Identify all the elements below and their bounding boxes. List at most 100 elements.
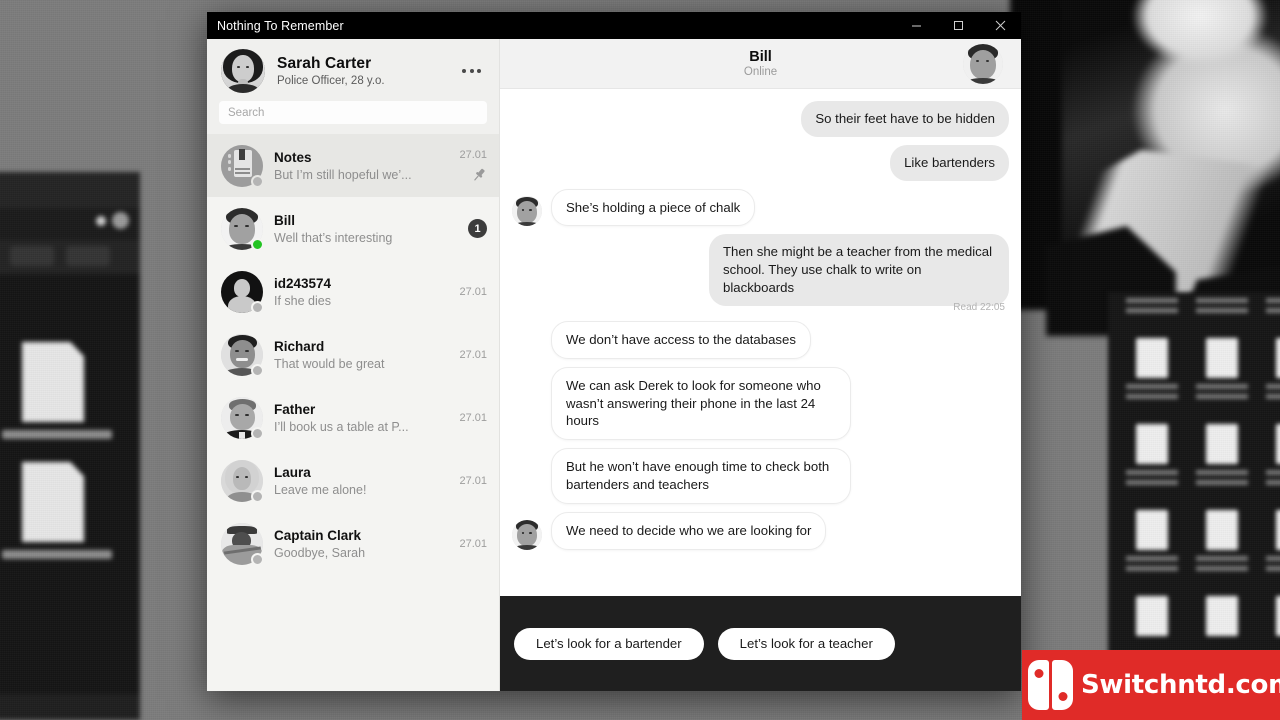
avatar [221, 396, 264, 440]
maximize-button[interactable] [937, 12, 979, 39]
search-container [207, 99, 499, 134]
chat-item-text: Laura Leave me alone! [274, 465, 436, 497]
switch-console-icon [1028, 660, 1073, 710]
chat-item-time: 27.01 [459, 411, 487, 424]
message-row-in: We need to decide who we are looking for [512, 511, 1009, 550]
message-bubble[interactable]: Like bartenders [890, 144, 1009, 181]
message-row-in: She’s holding a piece of chalk [512, 188, 1009, 227]
avatar [221, 49, 265, 93]
chat-item-name: id243574 [274, 275, 332, 291]
window-controls [895, 12, 1021, 39]
message-group: We don’t have access to the databases [512, 320, 1009, 359]
offline-status-icon [251, 174, 264, 188]
chat-item-text: Bill Well that’s interesting [274, 213, 436, 245]
message-bubble[interactable]: We need to decide who we are looking for [551, 511, 827, 550]
chat-list-item-id243574[interactable]: id243574 If she dies 27.01 [207, 260, 499, 323]
chat-item-time: 27.01 [459, 148, 487, 161]
message-bubble[interactable]: She’s holding a piece of chalk [551, 188, 756, 227]
message-group: Then she might be a teacher from the med… [512, 234, 1009, 313]
chat-item-text: id243574 If she dies [274, 276, 436, 308]
chat-list-item-captain-clark[interactable]: Captain Clark Goodbye, Sarah 27.01 [207, 512, 499, 575]
chat-header: Bill Online [500, 39, 1021, 89]
profile-name: Sarah Carter [277, 55, 372, 72]
chat-item-preview: If she dies [274, 293, 331, 308]
message-row-out: So their feet have to be hidden [512, 101, 1009, 137]
chat-item-text: Notes But I’m still hopeful we’... [274, 150, 436, 182]
chat-contact-avatar[interactable] [963, 43, 1003, 84]
avatar [221, 270, 264, 314]
message-bubble[interactable]: We don’t have access to the databases [551, 320, 811, 359]
message-row-out: Then she might be a teacher from the med… [512, 234, 1009, 306]
message-row-in: But he won’t have enough time to check b… [512, 448, 1009, 504]
message-group: So their feet have to be hidden [512, 101, 1009, 137]
profile-meta: Sarah Carter Police Officer, 28 y.o. [277, 55, 444, 87]
message-avatar-spacer [512, 329, 542, 359]
chat-list: Notes But I’m still hopeful we’... 27.01 B… [207, 134, 499, 691]
message-group: We can ask Derek to look for someone who… [512, 366, 1009, 441]
message-row-out: Like bartenders [512, 144, 1009, 181]
chat-item-name: Father [274, 401, 316, 417]
message-bubble[interactable]: Then she might be a teacher from the med… [709, 234, 1009, 306]
message-group: Like bartenders [512, 144, 1009, 181]
profile-subtitle: Police Officer, 28 y.o. [277, 75, 385, 87]
message-bubble[interactable]: So their feet have to be hidden [801, 101, 1009, 137]
message-avatar-spacer [512, 410, 542, 440]
unread-badge: 1 [468, 219, 487, 238]
message-row-in: We don’t have access to the databases [512, 320, 1009, 359]
message-bubble[interactable]: We can ask Derek to look for someone who… [551, 366, 851, 441]
chat-item-meta: 27.01 [447, 271, 487, 313]
chat-item-preview: I’ll book us a table at P... [274, 419, 409, 434]
chat-item-meta: 27.01 [447, 460, 487, 502]
chat-item-preview: But I’m still hopeful we’... [274, 167, 412, 182]
close-button[interactable] [979, 12, 1021, 39]
online-status-icon [251, 237, 264, 251]
chat-item-text: Captain Clark Goodbye, Sarah [274, 528, 436, 560]
chat-item-meta: 27.01 [447, 334, 487, 376]
avatar [221, 207, 264, 251]
message-group: But he won’t have enough time to check b… [512, 448, 1009, 504]
chat-item-name: Captain Clark [274, 527, 362, 543]
quick-reply-button-1[interactable]: Let’s look for a bartender [514, 627, 704, 660]
chat-item-meta: 27.01 [447, 145, 487, 187]
chat-list-item-richard[interactable]: Richard That would be great 27.01 [207, 323, 499, 386]
window-titlebar: Nothing To Remember [207, 12, 1021, 39]
user-profile[interactable]: Sarah Carter Police Officer, 28 y.o. [207, 39, 499, 99]
chat-list-item-bill[interactable]: Bill Well that’s interesting 1 [207, 197, 499, 260]
message-row-in: We can ask Derek to look for someone who… [512, 366, 1009, 441]
chat-contact-name: Bill [749, 49, 772, 65]
sarah-portrait [221, 49, 265, 93]
message-bubble[interactable]: But he won’t have enough time to check b… [551, 448, 851, 504]
avatar [221, 459, 264, 503]
message-group: She’s holding a piece of chalk [512, 188, 1009, 227]
message-avatar-spacer [512, 474, 542, 504]
sidebar: Sarah Carter Police Officer, 28 y.o. Not… [207, 39, 500, 691]
message-group: We need to decide who we are looking for [512, 511, 1009, 550]
quick-reply-bar: Let’s look for a bartender Let’s look for… [500, 596, 1021, 691]
search-input[interactable] [219, 101, 487, 124]
chat-item-name: Richard [274, 338, 325, 354]
minimize-button[interactable] [895, 12, 937, 39]
chat-item-preview: Well that’s interesting [274, 230, 393, 245]
chat-list-item-notes[interactable]: Notes But I’m still hopeful we’... 27.01 [207, 134, 499, 197]
avatar [221, 333, 264, 377]
offline-status-icon [251, 363, 264, 377]
watermark-text: Switchntd.com [1081, 670, 1280, 700]
chat-item-name: Laura [274, 464, 311, 480]
chat-item-time: 27.01 [459, 348, 487, 361]
window-title: Nothing To Remember [217, 18, 344, 33]
message-list: So their feet have to be hidden Like bart… [500, 89, 1021, 596]
chat-item-meta: 1 [447, 208, 487, 250]
chat-list-item-father[interactable]: Father I’ll book us a table at P... 27.01 [207, 386, 499, 449]
offline-status-icon [251, 426, 264, 440]
message-avatar [512, 196, 542, 227]
site-watermark: Switchntd.com [1022, 650, 1280, 720]
chat-list-item-laura[interactable]: Laura Leave me alone! 27.01 [207, 449, 499, 512]
chat-item-meta: 27.01 [447, 523, 487, 565]
message-avatar [512, 519, 542, 550]
chat-contact-status: Online [743, 66, 778, 78]
chat-item-name: Bill [274, 212, 296, 228]
quick-reply-button-2[interactable]: Let’s look for a teacher [717, 627, 895, 660]
offline-status-icon [251, 300, 264, 314]
more-options-icon[interactable] [456, 63, 487, 79]
avatar [221, 144, 264, 188]
